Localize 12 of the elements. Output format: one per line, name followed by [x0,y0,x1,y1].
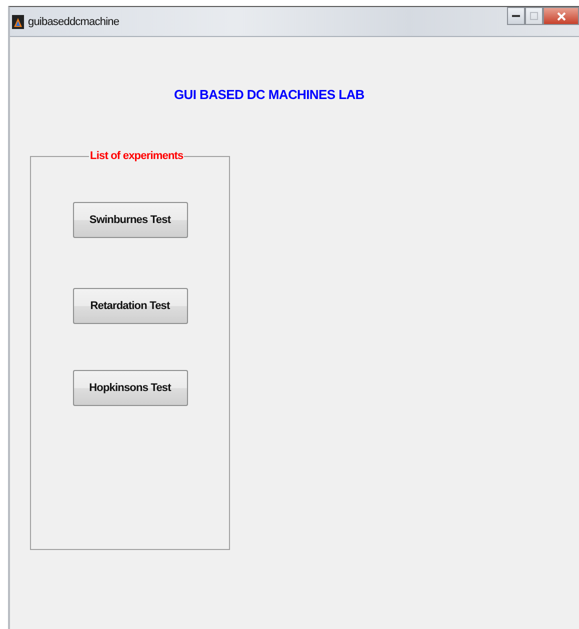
app-heading: GUI BASED DC MACHINES LAB [174,87,364,102]
panel-title: List of experiments [89,150,184,162]
minimize-icon [512,14,520,18]
experiment-button[interactable]: Hopkinsons Test [72,370,188,406]
window-title: guibaseddcmachine [28,16,120,28]
minimize-button[interactable] [507,7,525,25]
close-icon [556,12,566,20]
maximize-icon [530,12,538,20]
experiment-button[interactable]: Retardation Test [72,288,188,324]
close-button[interactable] [543,7,579,25]
experiment-button[interactable]: Swinburnes Test [72,202,188,238]
app-icon [12,14,24,28]
